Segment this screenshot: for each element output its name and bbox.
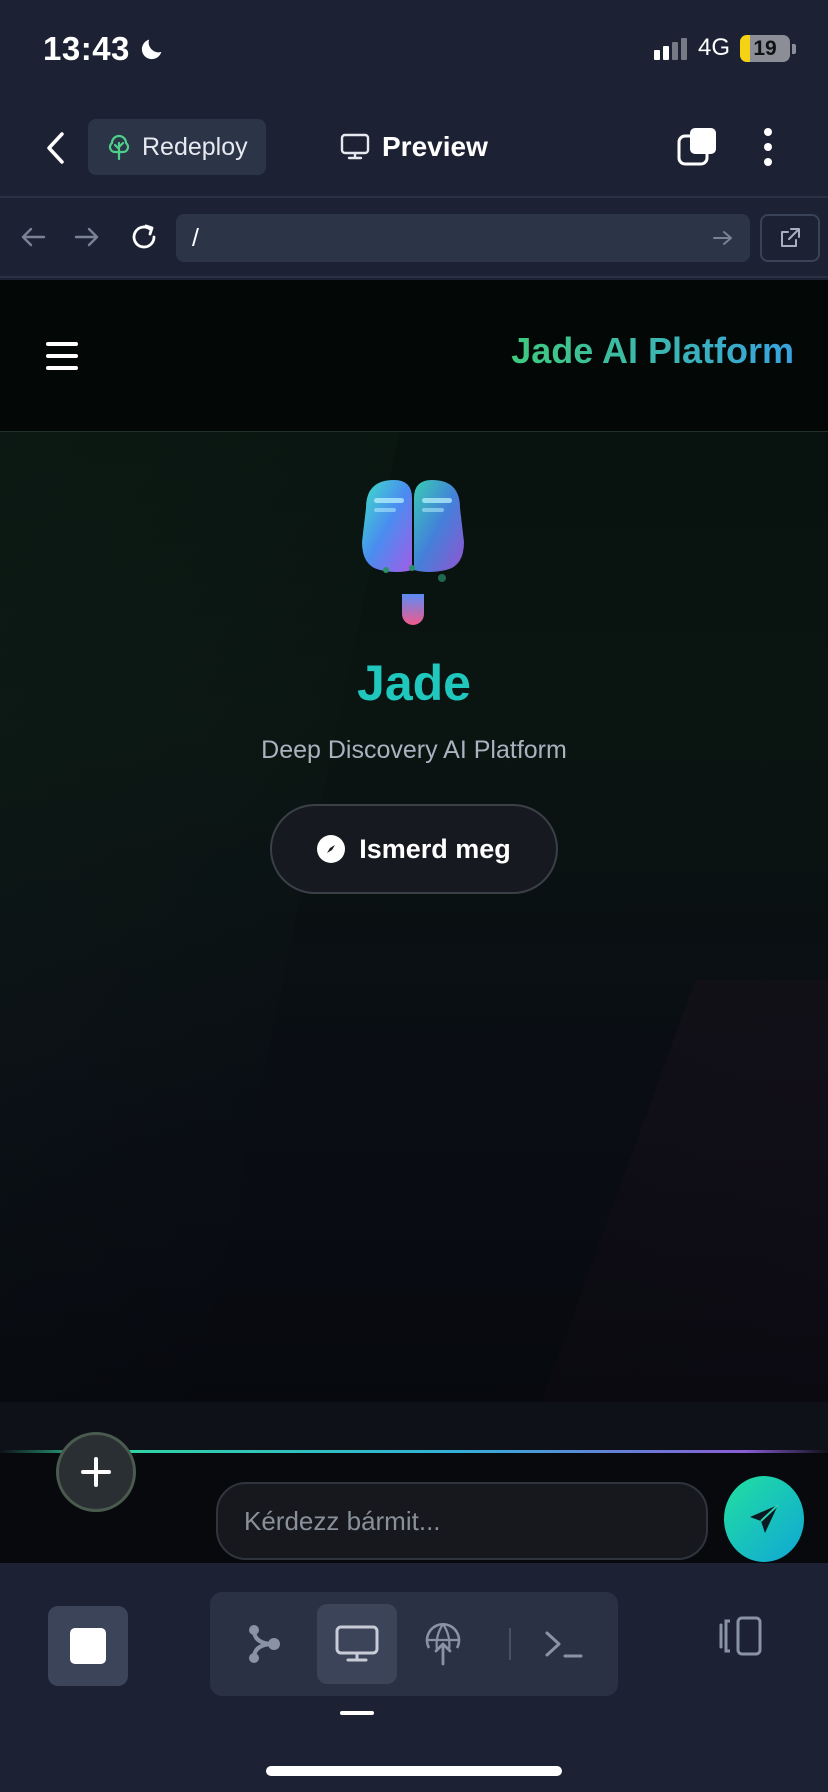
more-vertical-icon[interactable] <box>750 124 786 170</box>
tree-icon <box>108 134 130 161</box>
open-external-button[interactable] <box>760 214 820 262</box>
app-header: Redeploy Preview <box>0 100 828 198</box>
browser-forward-button[interactable] <box>70 220 104 254</box>
browser-reload-button[interactable] <box>127 220 161 254</box>
stop-icon <box>70 1628 106 1664</box>
branch-icon <box>249 1625 280 1663</box>
globe-upload-icon <box>425 1622 461 1666</box>
external-link-icon <box>781 228 800 247</box>
cellular-signal-icon <box>654 38 687 60</box>
monitor-icon <box>340 133 370 160</box>
chevron-left-icon <box>47 132 64 164</box>
url-input[interactable] <box>192 223 712 253</box>
preview-title: Preview <box>340 122 488 172</box>
redeploy-button[interactable]: Redeploy <box>88 119 266 175</box>
network-type: 4G <box>698 34 731 61</box>
preview-label: Preview <box>382 131 488 162</box>
view-switcher-divider <box>509 1628 511 1660</box>
home-indicator <box>266 1766 562 1776</box>
active-tab-indicator <box>340 1711 374 1715</box>
site-navbar: Jade AI Platform <box>0 280 828 432</box>
hamburger-menu-icon[interactable] <box>46 342 78 370</box>
terminal-view-button[interactable] <box>524 1604 604 1684</box>
browser-nav-bar <box>0 198 828 278</box>
stop-button[interactable] <box>48 1606 128 1686</box>
status-time-group: 13:43 <box>43 30 166 68</box>
explore-label: Ismerd meg <box>359 833 511 864</box>
battery-nub <box>792 44 796 54</box>
workflow-view-button[interactable] <box>224 1604 304 1684</box>
brain-logo-icon <box>362 480 464 625</box>
compass-icon <box>317 835 346 863</box>
panel-toggle-button[interactable] <box>712 1606 768 1666</box>
arrow-right-icon <box>74 227 99 247</box>
terminal-icon <box>545 1631 583 1658</box>
monitor-icon <box>335 1625 379 1662</box>
redeploy-label: Redeploy <box>142 132 248 161</box>
arrow-left-icon <box>21 227 46 247</box>
url-bar[interactable] <box>176 214 750 262</box>
browser-back-button[interactable] <box>16 220 50 254</box>
send-icon <box>750 1504 779 1533</box>
moon-icon <box>141 39 162 60</box>
explore-button[interactable]: Ismerd meg <box>270 804 558 894</box>
web-preview-viewport: Jade AI Platform Jade Deep Discovery AI … <box>0 280 828 1563</box>
tabs-icon[interactable] <box>676 126 718 168</box>
battery-percent: 19 <box>753 37 777 60</box>
reload-icon <box>132 224 156 249</box>
plus-icon <box>81 1457 111 1487</box>
panel-toggle-icon <box>719 1616 762 1656</box>
battery-indicator: 19 <box>740 35 790 62</box>
send-button[interactable] <box>724 1476 804 1562</box>
view-switcher <box>210 1592 618 1696</box>
hero-subtitle: Deep Discovery AI Platform <box>261 736 567 764</box>
add-button[interactable] <box>56 1432 136 1512</box>
deploy-view-button[interactable] <box>403 1604 483 1684</box>
status-time: 13:43 <box>43 30 130 67</box>
bottom-toolbar <box>0 1564 828 1792</box>
preview-view-button[interactable] <box>317 1604 397 1684</box>
status-bar: 13:43 4G 19 <box>0 0 828 100</box>
hero-title: Jade <box>357 655 471 711</box>
chat-input[interactable] <box>216 1482 708 1560</box>
back-button[interactable] <box>36 128 76 168</box>
go-arrow-icon[interactable] <box>712 229 734 247</box>
site-brand[interactable]: Jade AI Platform <box>511 330 794 372</box>
chat-bar <box>0 1402 828 1563</box>
